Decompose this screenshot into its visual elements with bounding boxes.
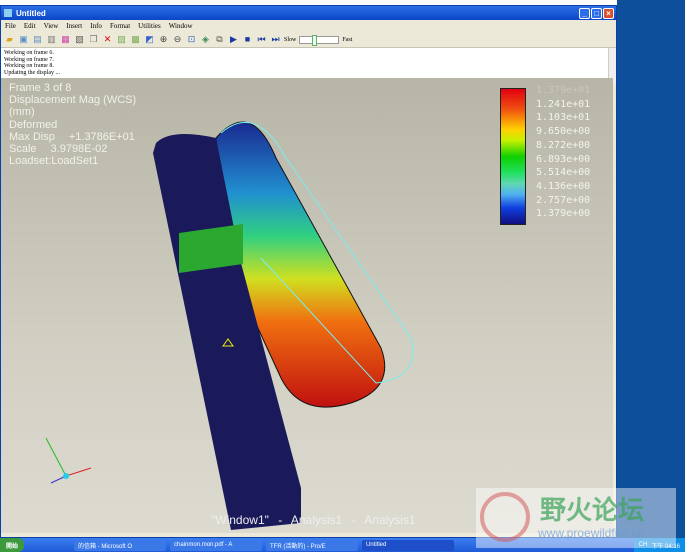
legend-value: 5.514e+00 [536,167,591,179]
menu-edit[interactable]: Edit [24,22,36,30]
taskbar: 開始 的信箱 - Microsoft O chainmon.mon.pdf - … [0,538,685,552]
menu-info[interactable]: Info [90,22,102,30]
close-button[interactable]: × [603,7,614,19]
legend-value: 1.241e+01 [536,98,591,110]
hide-icon[interactable]: ▩ [130,34,141,45]
window-footer-label: "Window1" - Analysis1 - Analysis1 [211,513,416,527]
zoom-in-icon[interactable]: ⊕ [158,34,169,45]
save-as-icon[interactable]: ▤ [32,34,43,45]
system-tray: CH 下午 04:16 [633,538,685,552]
maximize-button[interactable]: □ [591,7,602,19]
legend-colorbar [500,88,526,225]
last-frame-icon[interactable]: ⏭ [270,34,281,45]
zoom-out-icon[interactable]: ⊖ [172,34,183,45]
app-icon [4,9,12,17]
zoom-window-icon[interactable]: ⊡ [186,34,197,45]
max-disp-label: Max Disp [9,130,55,143]
legend-value: 4.136e+00 [536,180,591,192]
save-icon[interactable]: ▣ [18,34,29,45]
refit-icon[interactable]: ◩ [144,34,155,45]
desktop-background [617,0,685,538]
menu-bar: File Edit View Insert Info Format Utilit… [1,20,616,32]
menu-view[interactable]: View [44,22,59,30]
task-untitled[interactable]: Untitled [362,539,455,551]
scale-value: 3.9798E-02 [50,143,108,156]
legend-value: 9.650e+00 [536,126,591,138]
title-bar: Untitled _ □ × [1,6,616,20]
print-icon[interactable]: ▥ [46,34,57,45]
legend-icon[interactable]: ▦ [60,34,71,45]
first-frame-icon[interactable]: ⏮ [256,34,267,45]
menu-file[interactable]: File [5,22,16,30]
menu-window[interactable]: Window [169,22,193,30]
max-disp-value: +1.3786E+01 [68,130,135,143]
play-icon[interactable]: ▶ [228,34,239,45]
slider-thumb[interactable] [312,34,318,46]
delete-icon[interactable]: ✕ [102,34,113,45]
orient-icon[interactable]: ◈ [200,34,211,45]
fast-label: Fast [342,36,353,43]
show-icon[interactable]: ▨ [116,34,127,45]
window-title: Untitled [16,8,46,18]
menu-format[interactable]: Format [110,22,130,30]
task-pdf[interactable]: chainmon.mon.pdf - A [170,539,263,551]
edit-icon[interactable]: ▧ [74,34,85,45]
legend-value: 1.103e+01 [536,112,591,124]
loadset: Loadset:LoadSet1 [9,155,99,168]
slow-label: Slow [284,36,297,43]
start-button[interactable]: 開始 [0,538,25,552]
legend-value: 1.379e+01 [536,85,591,96]
menu-insert[interactable]: Insert [66,22,82,30]
legend-value: 8.272e+00 [536,139,591,151]
legend-value: 2.757e+00 [536,194,591,206]
frame-label: Frame 3 of 8 [9,82,72,94]
stop-icon[interactable]: ■ [242,34,253,45]
menu-utilities[interactable]: Utilities [138,22,161,30]
open-icon[interactable]: ▰ [4,34,15,45]
legend-value: 0.000e+00 [536,222,591,234]
task-outlook[interactable]: 的信箱 - Microsoft O [74,539,167,551]
clock: 下午 04:16 [651,543,680,550]
log-line: Updating the display ... [4,69,60,76]
result-type: Displacement Mag (WCS) [9,94,137,107]
task-proe[interactable]: TFR (活動的) - Pro/E [266,539,359,551]
units: (mm) [9,106,35,119]
copy-icon[interactable]: ❐ [88,34,99,45]
toolbar: ▰ ▣ ▤ ▥ ▦ ▧ ❐ ✕ ▨ ▩ ◩ ⊕ ⊖ ⊡ ◈ ⧉ ▶ ■ ⏮ ⏭ … [1,32,616,48]
result-info: Frame 3 of 8 Displacement Mag (WCS) (mm)… [9,82,136,167]
input-language[interactable]: CH [639,542,648,548]
display-mode: Deformed [9,118,58,131]
graphics-viewport[interactable]: Frame 3 of 8 Displacement Mag (WCS) (mm)… [1,78,613,533]
speed-slider[interactable] [299,34,340,46]
color-legend: 1.379e+01 1.241e+01 1.103e+01 9.650e+00 … [500,85,591,235]
scale-label: Scale [9,143,37,156]
coordinate-axes-icon [45,437,92,484]
minimize-button[interactable]: _ [579,7,590,19]
views-icon[interactable]: ⧉ [214,34,225,45]
legend-value: 6.893e+00 [536,153,591,165]
legend-value: 1.379e+00 [536,208,591,220]
